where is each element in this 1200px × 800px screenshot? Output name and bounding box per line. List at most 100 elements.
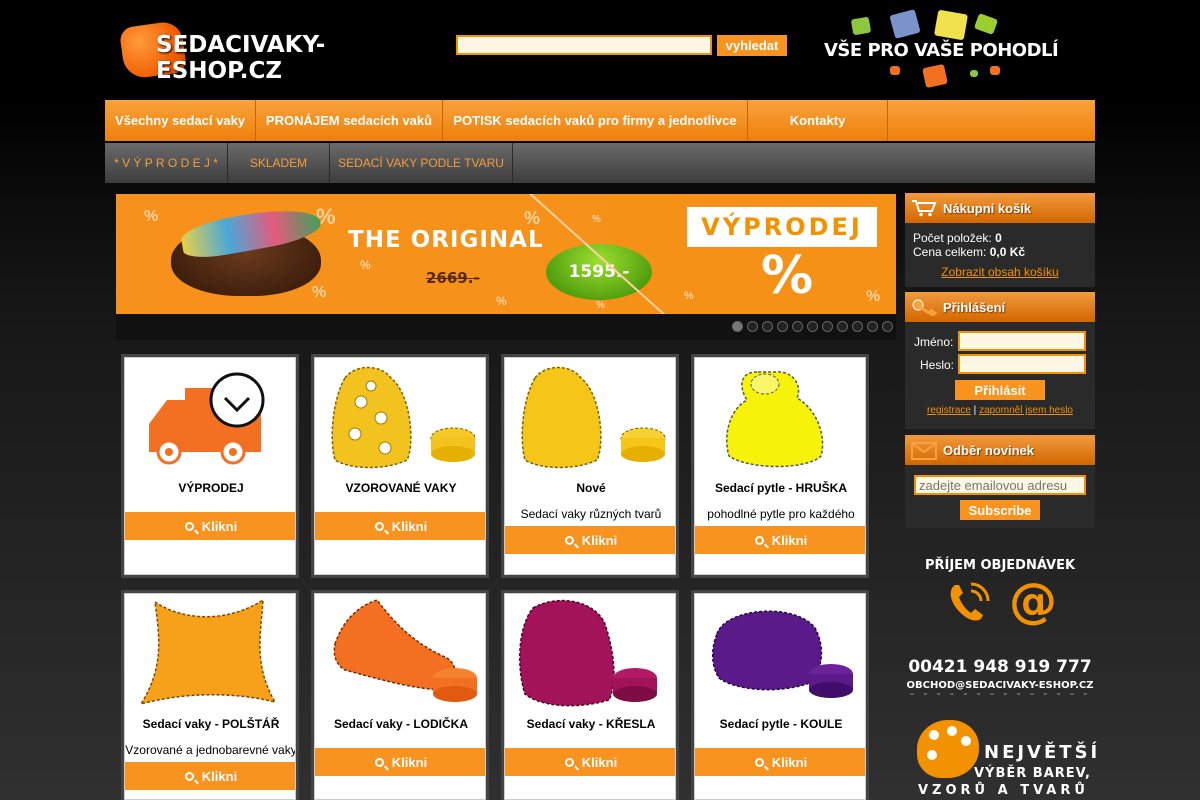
site-logo[interactable]: SEDACIVAKY-ESHOP.CZ xyxy=(118,19,430,84)
product-button-label: Klikni xyxy=(391,518,428,534)
forgot-password-link[interactable]: zapomněl jsem heslo xyxy=(979,405,1073,416)
nav-item-all-bags[interactable]: Všechny sedací vaky xyxy=(105,100,256,141)
promo-line-3: VZORŮ A TVARŮ xyxy=(918,783,1089,798)
subscribe-button[interactable]: Subscribe xyxy=(960,500,1040,520)
newsletter-title: Odběr novinek xyxy=(943,442,1035,458)
search-input[interactable] xyxy=(456,35,712,55)
percent-decoration: % xyxy=(312,284,327,301)
product-title[interactable]: Sedací vaky - LODIČKA xyxy=(315,717,485,731)
pillow-beanbag-icon[interactable] xyxy=(125,594,295,712)
product-button-label: Klikni xyxy=(771,532,808,548)
nav-item-by-shape[interactable]: SEDACÍ VAKY PODLE TVARU xyxy=(330,143,513,183)
product-title[interactable]: Sedací vaky - KŘESLA xyxy=(505,717,675,731)
patterned-beanbag-icon[interactable] xyxy=(315,358,485,476)
product-button-label: Klikni xyxy=(201,518,238,534)
slider-dot[interactable] xyxy=(732,321,743,332)
magnifier-icon xyxy=(564,535,574,545)
search-form: vyhledat xyxy=(456,35,787,56)
orange-cube-icon xyxy=(990,66,1000,75)
logo-text: SEDACIVAKY-ESHOP.CZ xyxy=(156,32,326,84)
phone-icon xyxy=(950,582,990,621)
product-title[interactable]: Nové xyxy=(505,481,675,495)
username-field[interactable] xyxy=(958,331,1086,351)
product-button-label: Klikni xyxy=(581,532,618,548)
product-card[interactable]: Nové Sedací vaky různých tvarů Klikni xyxy=(504,357,676,575)
magnifier-icon xyxy=(564,757,574,767)
product-title[interactable]: Sedací pytle - HRUŠKA xyxy=(695,481,865,495)
slider-dot[interactable] xyxy=(852,321,863,332)
product-click-button[interactable]: Klikni xyxy=(125,512,295,540)
slider-dot[interactable] xyxy=(867,321,878,332)
slider-dot[interactable] xyxy=(792,321,803,332)
view-cart-link[interactable]: Zobrazit obsah košíku xyxy=(941,265,1058,279)
product-click-button[interactable]: Klikni xyxy=(505,526,675,554)
slider-dot[interactable] xyxy=(777,321,788,332)
product-click-button[interactable]: Klikni xyxy=(695,748,865,776)
product-card[interactable]: VÝPRODEJ Klikni xyxy=(124,357,296,575)
password-field[interactable] xyxy=(958,354,1086,374)
register-link[interactable]: registrace xyxy=(927,405,971,416)
product-title[interactable]: VZOROVANÉ VAKY xyxy=(315,481,485,495)
main-navigation: Všechny sedací vaky PRONÁJEM sedacích va… xyxy=(105,100,1095,141)
login-title: Přihlášení xyxy=(943,299,1006,315)
product-card[interactable]: VZOROVANÉ VAKY Klikni xyxy=(314,357,486,575)
yellow-beanbag-icon[interactable] xyxy=(505,358,675,476)
delivery-truck-clock-icon[interactable] xyxy=(125,358,295,476)
nav-item-in-stock[interactable]: SKLADEM xyxy=(228,143,330,183)
product-click-button[interactable]: Klikni xyxy=(315,512,485,540)
product-click-button[interactable]: Klikni xyxy=(315,748,485,776)
slider-dot[interactable] xyxy=(747,321,758,332)
product-title[interactable]: VÝPRODEJ xyxy=(125,481,295,495)
product-click-button[interactable]: Klikni xyxy=(125,762,295,790)
percent-decoration: % xyxy=(144,208,159,225)
yellow-cube-icon xyxy=(933,9,969,41)
sidebar-separator: - - - - - - - - - - - - - - - - - - - - xyxy=(910,686,1095,700)
product-title[interactable]: Sedací vaky - POLŠTÁŘ xyxy=(125,717,295,731)
slider-dot[interactable] xyxy=(807,321,818,332)
order-phone[interactable]: 00421 948 919 777 xyxy=(905,657,1095,677)
product-card[interactable]: Sedací vaky - POLŠTÁŘ Vzorované a jednoba… xyxy=(124,593,296,800)
promo-slider[interactable]: % % % % % % % % % % THE ORIGINAL 2669.- … xyxy=(116,194,896,314)
login-button[interactable]: Přihlásit xyxy=(955,380,1045,400)
product-card[interactable]: Sedací pytle - KOULE Klikni xyxy=(694,593,866,800)
promo-line-1: NEJVĚTŠÍ xyxy=(984,742,1101,763)
product-card[interactable]: Sedací pytle - HRUŠKA pohodlné pytle pro … xyxy=(694,357,866,575)
magnifier-icon xyxy=(374,757,384,767)
order-contact: PŘÍJEM OBJEDNÁVEK @ 00421 948 919 777 OB… xyxy=(905,552,1095,691)
newsletter-header: Odběr novinek xyxy=(905,435,1095,465)
slider-dot[interactable] xyxy=(822,321,833,332)
armchair-beanbag-icon[interactable] xyxy=(505,594,675,712)
slider-dot[interactable] xyxy=(882,321,893,332)
newsletter-email-input[interactable] xyxy=(914,475,1086,495)
percent-decoration: % xyxy=(592,214,601,225)
nav-item-print[interactable]: POTISK sedacích vaků pro firmy a jednotl… xyxy=(443,100,748,141)
nav-item-contacts[interactable]: Kontakty xyxy=(748,100,888,141)
banner-title: THE ORIGINAL xyxy=(348,227,544,253)
login-box: Přihlášení Jméno: Heslo: Přihlásit regis… xyxy=(905,292,1095,429)
green-cube-icon xyxy=(970,70,978,77)
nav-item-rental[interactable]: PRONÁJEM sedacích vaků xyxy=(256,100,443,141)
nav-item-sale[interactable]: * V Ý P R O D E J * xyxy=(105,143,228,183)
product-card[interactable]: Sedací vaky - KŘESLA Klikni xyxy=(504,593,676,800)
magnifier-icon xyxy=(184,521,194,531)
product-button-label: Klikni xyxy=(771,754,808,770)
ball-beanbag-icon[interactable] xyxy=(695,594,865,712)
blue-cube-icon xyxy=(889,9,921,39)
product-click-button[interactable]: Klikni xyxy=(505,748,675,776)
key-icon xyxy=(912,299,937,316)
product-card[interactable]: Sedací vaky - LODIČKA Klikni xyxy=(314,593,486,800)
search-button[interactable]: vyhledat xyxy=(717,35,787,56)
pear-beanbag-icon[interactable] xyxy=(695,358,865,476)
slider-dot[interactable] xyxy=(837,321,848,332)
product-title[interactable]: Sedací pytle - KOULE xyxy=(695,717,865,731)
product-click-button[interactable]: Klikni xyxy=(695,526,865,554)
green-cube-icon xyxy=(850,16,872,36)
order-heading: PŘÍJEM OBJEDNÁVEK xyxy=(924,558,1076,573)
banner-old-price: 2669.- xyxy=(426,269,480,287)
slider-dot[interactable] xyxy=(762,321,773,332)
boat-beanbag-icon[interactable] xyxy=(315,594,485,712)
password-label: Heslo: xyxy=(920,358,955,372)
percent-decoration: % xyxy=(524,208,541,228)
banner-percent: % xyxy=(761,246,814,306)
banner-sale-label: VÝPRODEJ xyxy=(687,207,877,247)
